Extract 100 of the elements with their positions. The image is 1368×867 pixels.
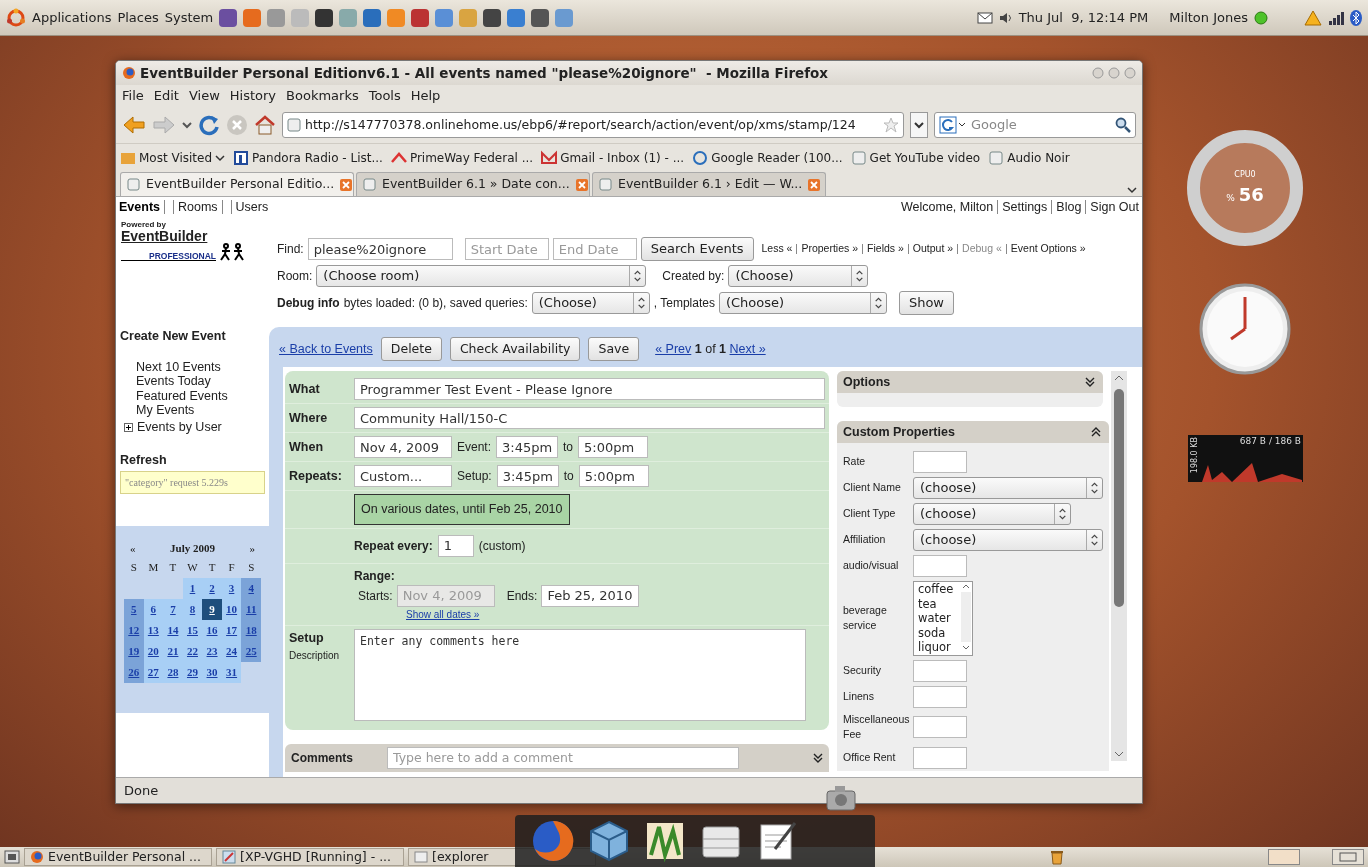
sidebar-link[interactable]: Featured Events <box>136 388 269 404</box>
calendar-day[interactable]: 4 <box>241 577 261 599</box>
time-field[interactable]: 5:00pm <box>578 436 649 458</box>
list-option[interactable]: liquor <box>918 640 956 655</box>
list-box[interactable]: coffee tea water soda liquor <box>913 581 973 656</box>
trash-icon[interactable] <box>1050 849 1064 865</box>
calendar-day[interactable]: 21 <box>163 640 183 662</box>
bluetooth-icon[interactable] <box>1350 9 1362 26</box>
input-field[interactable] <box>913 685 967 708</box>
sidebar-link[interactable]: My Events <box>136 403 269 418</box>
distro-logo-icon[interactable] <box>6 7 26 28</box>
previous-month-link[interactable]: « <box>130 540 136 557</box>
star-icon[interactable] <box>883 117 899 133</box>
input-field[interactable]: Custom... <box>354 465 452 487</box>
dropdown-caret-icon[interactable] <box>910 112 928 138</box>
calendar-day[interactable]: 23 <box>202 640 222 662</box>
chevron-icon[interactable] <box>813 752 823 763</box>
browser-tab[interactable]: EventBuilder 6.1 » Date con... <box>356 172 590 196</box>
sidebar-link[interactable]: Events Today <box>136 374 269 389</box>
bookmark[interactable]: Pandora Radio - List... <box>233 148 383 167</box>
date-field[interactable]: End Date <box>552 238 637 260</box>
nav-link[interactable]: Users <box>235 199 269 214</box>
close-icon[interactable] <box>340 178 353 191</box>
calendar-day[interactable]: 1 <box>182 577 203 599</box>
bookmark[interactable]: Get YouTube video <box>850 148 981 167</box>
camera-icon[interactable] <box>826 783 856 811</box>
year-link[interactable]: 2009 <box>192 542 215 555</box>
comment-area[interactable]: Enter any comments here <box>354 628 806 721</box>
create-event-link[interactable]: Create New Event <box>120 327 265 346</box>
bookmark[interactable]: Google Reader (100... <box>692 148 843 167</box>
menu-item[interactable]: History <box>229 86 277 106</box>
calendar-day[interactable]: 2 <box>202 577 222 599</box>
input-field[interactable]: 1 <box>437 534 474 557</box>
description-link[interactable]: Description <box>289 647 349 663</box>
next-link[interactable]: Next » <box>729 341 766 356</box>
list-option[interactable]: water <box>918 611 956 626</box>
signal-icon[interactable] <box>1328 10 1344 25</box>
refresh-link[interactable]: Refresh <box>120 450 265 470</box>
show-button[interactable]: Show <box>898 291 954 315</box>
input-field[interactable]: Community Hall/150-C <box>354 407 825 429</box>
menu-item[interactable]: Edit <box>153 86 179 106</box>
panel-menu[interactable]: System <box>164 7 214 28</box>
list-option[interactable]: tea <box>918 596 956 611</box>
panel-menu[interactable]: Applications <box>32 7 112 28</box>
input-field[interactable] <box>913 747 967 769</box>
calendar-day[interactable]: 28 <box>163 661 183 683</box>
menu-item[interactable]: Help <box>410 86 441 106</box>
option-link[interactable]: Properties » <box>801 242 859 255</box>
browser-tab[interactable]: EventBuilder Personal Editio... <box>120 172 354 196</box>
dropdown[interactable]: (Choose room) <box>316 265 647 287</box>
search-field[interactable]: please%20ignore <box>307 238 453 260</box>
menu-item[interactable]: Bookmarks <box>286 86 359 106</box>
dropdown-caret-icon[interactable] <box>182 120 192 130</box>
back-arrow-icon[interactable] <box>122 115 146 135</box>
workspace-icon[interactable] <box>1332 849 1364 865</box>
calendar-day[interactable]: 9 <box>202 598 222 620</box>
account-link[interactable]: Sign Out <box>1090 199 1139 214</box>
time-field[interactable]: 5:00pm <box>578 465 649 487</box>
calendar-day[interactable]: 16 <box>202 619 222 641</box>
mail-icon[interactable] <box>976 11 993 24</box>
calendar-day[interactable]: 12 <box>124 619 144 641</box>
input-field[interactable] <box>913 451 967 473</box>
calendar-day[interactable]: 5 <box>124 598 144 620</box>
calendar-day[interactable]: 18 <box>241 619 261 641</box>
launcher-icon[interactable] <box>219 8 238 27</box>
close-icon[interactable] <box>808 178 821 191</box>
list-option[interactable]: soda <box>918 625 956 640</box>
show-desktop-icon[interactable] <box>4 850 20 864</box>
comment-field[interactable]: Type here to add a comment <box>387 746 739 769</box>
previous-link[interactable]: « Prev <box>655 341 692 356</box>
option-link[interactable]: Less « <box>761 242 793 255</box>
dropdown[interactable]: (choose) <box>913 529 1103 551</box>
toolbar-button[interactable]: Save <box>588 337 640 361</box>
date-field[interactable]: Start Date <box>464 238 549 260</box>
dropdown[interactable]: (Choose) <box>718 292 887 314</box>
option-link[interactable]: Output » <box>912 242 954 255</box>
cube-icon[interactable] <box>587 819 631 863</box>
back-link[interactable]: « Back to Events <box>279 339 373 359</box>
sidebar-link[interactable]: Events by User <box>137 417 222 437</box>
bookmark[interactable]: Gmail - Inbox (1) - ... <box>541 148 685 167</box>
date-field[interactable]: Feb 25, 2010 <box>541 584 640 607</box>
menu-item[interactable]: Tools <box>368 86 401 106</box>
list-option[interactable]: coffee <box>918 582 956 597</box>
caret-icon[interactable] <box>1126 184 1138 196</box>
month-link[interactable]: July <box>170 542 191 555</box>
calendar-day[interactable]: 14 <box>163 619 183 641</box>
calendar-day[interactable]: 25 <box>241 640 261 662</box>
launcher-icon[interactable] <box>315 8 334 27</box>
dropdown[interactable]: (Choose) <box>728 265 869 287</box>
dropdown[interactable]: (choose) <box>913 503 1071 525</box>
calendar-day[interactable]: 19 <box>124 640 144 662</box>
show-dates-link[interactable]: Show all dates » <box>406 606 640 622</box>
warning-icon[interactable] <box>1304 9 1322 26</box>
launcher-icon[interactable] <box>483 8 502 27</box>
bookmark[interactable]: Audio Noir <box>988 148 1070 167</box>
address-bar[interactable]: http://s147770378.onlinehome.us/ebp6/#report/search/action/event/op/xms/stamp/124 <box>282 112 904 138</box>
search-engine-icon[interactable] <box>939 116 967 134</box>
menu-item[interactable]: File <box>122 86 144 106</box>
panel-menu[interactable]: Places <box>117 7 159 28</box>
account-link[interactable]: Settings <box>1002 199 1048 214</box>
